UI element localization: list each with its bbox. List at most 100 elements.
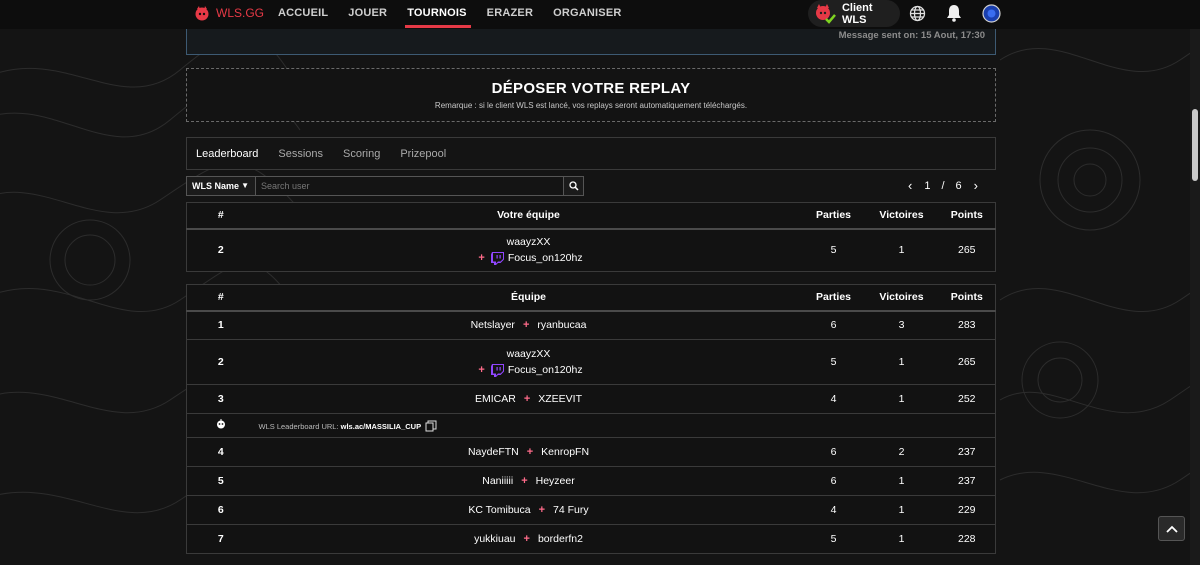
tab-prizepool[interactable]: Prizepool (400, 148, 446, 160)
nav-link-accueil[interactable]: ACCUEIL (278, 0, 328, 29)
row-rank: 1 (186, 310, 255, 340)
search-button[interactable] (564, 176, 584, 196)
nav-link-tournois[interactable]: TOURNOIS (405, 0, 472, 29)
client-wls-button[interactable]: Client WLS (808, 0, 900, 27)
brand-name: WLS.GG (216, 6, 265, 20)
row-points: 228 (938, 524, 996, 554)
page-scrollbar[interactable] (1190, 29, 1200, 565)
nav-link-organiser[interactable]: ORGANISER (553, 0, 621, 29)
table-row[interactable]: 2 waayzXX + Focus_on120hz 5 1 265 (186, 228, 996, 272)
page-separator: / (941, 179, 945, 192)
plus-icon: + (478, 252, 485, 265)
team-player[interactable]: Netslayer (471, 317, 515, 333)
twitch-icon[interactable] (490, 363, 504, 377)
copy-icon[interactable] (425, 420, 437, 432)
table-row[interactable]: 6 KC Tomibuca +74 Fury 4 1 229 (186, 495, 996, 525)
team-player[interactable]: borderfn2 (538, 531, 583, 547)
row-points: 265 (938, 228, 996, 272)
robot-icon (216, 419, 225, 429)
header-rank: # (186, 202, 255, 230)
leaderboard-url-link[interactable]: wls.ac/MASSILIA_CUP (341, 422, 421, 431)
row-team: KC Tomibuca +74 Fury (254, 495, 803, 525)
header-victoires: Victoires (864, 284, 939, 312)
row-parties: 4 (802, 495, 865, 525)
plus-icon: + (522, 319, 530, 332)
pagination: ‹ 1 / 6 › (908, 178, 978, 193)
team-player[interactable]: KC Tomibuca (468, 502, 530, 518)
header-parties: Parties (802, 284, 865, 312)
twitch-icon[interactable] (490, 251, 504, 265)
team-player[interactable]: Focus_on120hz (508, 250, 583, 266)
team-player[interactable]: 74 Fury (553, 502, 589, 518)
search-icon (568, 181, 579, 191)
tournament-tabs: Leaderboard Sessions Scoring Prizepool (186, 137, 996, 170)
brand-logo-link[interactable]: WLS.GG (194, 5, 264, 21)
header-points: Points (938, 284, 996, 312)
row-parties: 5 (802, 339, 865, 385)
row-team: NaydeFTN + KenropFN (254, 437, 803, 467)
tab-sessions[interactable]: Sessions (278, 148, 323, 160)
team-player[interactable]: KenropFN (541, 444, 589, 460)
client-wls-label: Client WLS (841, 1, 873, 26)
globe-icon[interactable] (909, 5, 926, 22)
replay-dropzone[interactable]: DÉPOSER VOTRE REPLAY Remarque : si le cl… (186, 68, 996, 122)
my-team-header-row: # Votre équipe Parties Victoires Points (186, 202, 996, 230)
row-rank: 6 (186, 495, 255, 525)
row-victoires: 1 (864, 524, 939, 554)
tab-leaderboard[interactable]: Leaderboard (196, 148, 258, 160)
search-input[interactable] (256, 176, 564, 196)
prev-page-icon[interactable]: ‹ (908, 178, 912, 193)
row-rank: 3 (186, 384, 255, 414)
team-player[interactable]: Focus_on120hz (508, 362, 583, 378)
row-victoires: 1 (864, 495, 939, 525)
row-team: waayzXX + Focus_on120hz (254, 228, 803, 272)
scrollbar-thumb[interactable] (1192, 109, 1198, 181)
row-team: yukkiuau + borderfn2 (254, 524, 803, 554)
total-pages: 6 (955, 179, 962, 192)
tab-scoring[interactable]: Scoring (343, 148, 380, 160)
table-row[interactable]: 2 waayzXX + Focus_on120hz 5 1 265 (186, 339, 996, 385)
table-row[interactable]: 1 Netslayer + ryanbucaa 6 3 283 (186, 310, 996, 340)
row-points: 252 (938, 384, 996, 414)
nav-link-erazer[interactable]: ERAZER (487, 0, 533, 29)
table-row[interactable]: 7 yukkiuau + borderfn2 5 1 228 (186, 524, 996, 554)
row-points: 237 (938, 437, 996, 467)
team-player[interactable]: XZEEVIT (538, 391, 582, 407)
leaderboard-header-row: # Équipe Parties Victoires Points (186, 284, 996, 312)
team-player[interactable]: NaydeFTN (468, 444, 519, 460)
team-player[interactable]: ryanbucaa (537, 317, 586, 333)
team-player[interactable]: waayzXX (507, 234, 551, 250)
replay-title: DÉPOSER VOTRE REPLAY (491, 80, 691, 97)
search-field-select[interactable]: WLS Name ▼ (186, 176, 256, 196)
avatar-icon[interactable] (982, 4, 1001, 23)
row-rank: 2 (186, 228, 255, 272)
table-row[interactable]: 3 EMICAR + XZEEVIT 4 1 252 (186, 384, 996, 414)
replay-note: Remarque : si le client WLS est lancé, v… (434, 101, 748, 110)
team-player[interactable]: waayzXX (507, 346, 551, 362)
row-team: waayzXX + Focus_on120hz (254, 339, 803, 385)
team-player[interactable]: Heyzeer (536, 473, 575, 489)
back-to-top-button[interactable] (1158, 516, 1185, 541)
next-page-icon[interactable]: › (974, 178, 978, 193)
bell-icon[interactable] (946, 4, 962, 22)
row-parties: 4 (802, 384, 865, 414)
table-row[interactable]: 5 Naniiiii + Heyzeer 6 1 237 (186, 466, 996, 496)
leaderboard-table: # Équipe Parties Victoires Points 1 Nets… (186, 284, 996, 554)
team-player[interactable]: yukkiuau (474, 531, 515, 547)
team-player[interactable]: Naniiiii (482, 473, 513, 489)
nav-link-jouer[interactable]: JOUER (348, 0, 387, 29)
row-parties: 5 (802, 228, 865, 272)
header-victoires: Victoires (864, 202, 939, 230)
row-team: EMICAR + XZEEVIT (254, 384, 803, 414)
row-parties: 6 (802, 437, 865, 467)
chevron-up-icon (1165, 525, 1178, 533)
team-player[interactable]: EMICAR (475, 391, 516, 407)
row-rank: 2 (186, 339, 255, 385)
header-team: Votre équipe (254, 202, 803, 230)
table-row[interactable]: 4 NaydeFTN + KenropFN 6 2 237 (186, 437, 996, 467)
caret-down-icon: ▼ (241, 181, 249, 190)
row-team: Netslayer + ryanbucaa (254, 310, 803, 340)
search-row: WLS Name ▼ (186, 176, 584, 196)
row-victoires: 1 (864, 228, 939, 272)
current-page: 1 (924, 179, 931, 192)
